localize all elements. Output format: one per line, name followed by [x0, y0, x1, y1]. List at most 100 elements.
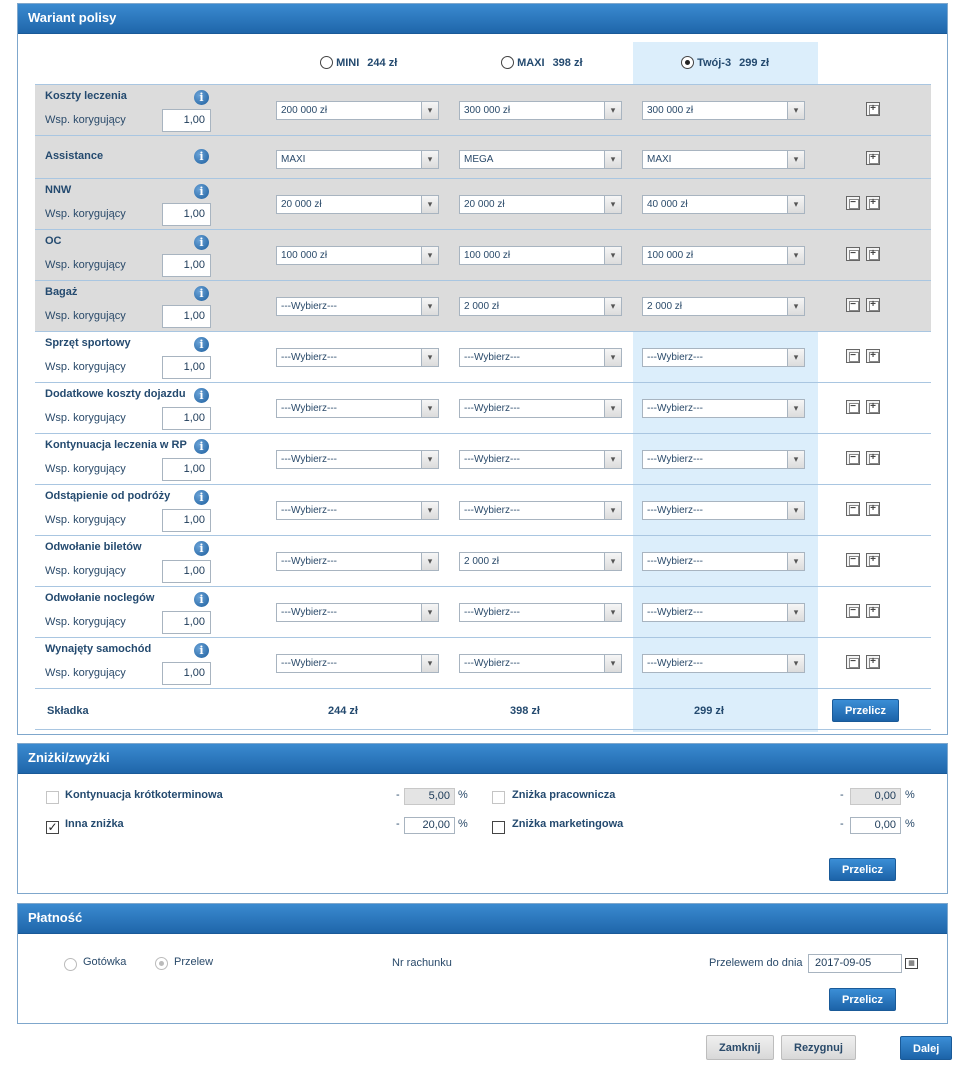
coverage-select-2[interactable]: ---Wybierz--- ▾: [459, 450, 622, 469]
wsp-input[interactable]: 1,00: [162, 407, 211, 430]
variant-option-mini[interactable]: MINI 244 zł: [320, 42, 397, 84]
remove-icon[interactable]: −: [846, 349, 860, 363]
remove-icon[interactable]: −: [846, 604, 860, 618]
info-icon[interactable]: i: [194, 388, 209, 403]
chevron-down-icon[interactable]: ▾: [787, 502, 804, 519]
coverage-select-3[interactable]: 300 000 zł ▾: [642, 101, 805, 120]
chevron-down-icon[interactable]: ▾: [787, 451, 804, 468]
discount-value-input[interactable]: 0,00: [850, 817, 901, 834]
discounts-recalc-button[interactable]: Przelicz: [829, 858, 896, 881]
coverage-select-2[interactable]: ---Wybierz--- ▾: [459, 603, 622, 622]
chevron-down-icon[interactable]: ▾: [604, 102, 621, 119]
add-icon[interactable]: +: [866, 451, 880, 465]
discount-value-input[interactable]: 20,00: [404, 817, 455, 834]
coverage-select-3[interactable]: MAXI ▾: [642, 150, 805, 169]
payment-radio-cash[interactable]: [64, 958, 77, 971]
add-icon[interactable]: +: [866, 604, 880, 618]
add-icon[interactable]: +: [866, 102, 880, 116]
variant-radio-mini[interactable]: [320, 55, 333, 69]
coverage-select-2[interactable]: MEGA ▾: [459, 150, 622, 169]
info-icon[interactable]: i: [194, 90, 209, 105]
chevron-down-icon[interactable]: ▾: [604, 151, 621, 168]
add-icon[interactable]: +: [866, 247, 880, 261]
coverage-select-1[interactable]: ---Wybierz--- ▾: [276, 603, 439, 622]
chevron-down-icon[interactable]: ▾: [604, 655, 621, 672]
chevron-down-icon[interactable]: ▾: [787, 655, 804, 672]
remove-icon[interactable]: −: [846, 196, 860, 210]
chevron-down-icon[interactable]: ▾: [421, 655, 438, 672]
add-icon[interactable]: +: [866, 298, 880, 312]
variant-option-twoj3[interactable]: Twój-3 299 zł: [681, 42, 769, 84]
coverage-select-3[interactable]: 100 000 zł ▾: [642, 246, 805, 265]
add-icon[interactable]: +: [866, 196, 880, 210]
coverage-select-1[interactable]: ---Wybierz--- ▾: [276, 552, 439, 571]
coverage-select-1[interactable]: MAXI ▾: [276, 150, 439, 169]
coverage-select-2[interactable]: 100 000 zł ▾: [459, 246, 622, 265]
wsp-input[interactable]: 1,00: [162, 109, 211, 132]
resign-button[interactable]: Rezygnuj: [781, 1035, 856, 1060]
add-icon[interactable]: +: [866, 655, 880, 669]
coverage-select-3[interactable]: ---Wybierz--- ▾: [642, 603, 805, 622]
info-icon[interactable]: i: [194, 592, 209, 607]
info-icon[interactable]: i: [194, 149, 209, 164]
chevron-down-icon[interactable]: ▾: [604, 196, 621, 213]
payment-radio-transfer[interactable]: [155, 957, 168, 970]
wsp-input[interactable]: 1,00: [162, 560, 211, 583]
chevron-down-icon[interactable]: ▾: [421, 553, 438, 570]
wsp-input[interactable]: 1,00: [162, 458, 211, 481]
add-icon[interactable]: +: [866, 151, 880, 165]
coverage-select-2[interactable]: 2 000 zł ▾: [459, 552, 622, 571]
chevron-down-icon[interactable]: ▾: [787, 102, 804, 119]
checkbox-kontynuacja[interactable]: [46, 791, 59, 804]
variant-radio-twoj3[interactable]: [681, 55, 694, 69]
calendar-icon[interactable]: ▦: [905, 958, 918, 969]
chevron-down-icon[interactable]: ▾: [604, 247, 621, 264]
coverage-select-3[interactable]: ---Wybierz--- ▾: [642, 348, 805, 367]
coverage-select-1[interactable]: ---Wybierz--- ▾: [276, 501, 439, 520]
chevron-down-icon[interactable]: ▾: [787, 400, 804, 417]
checkbox-znizka-marketingowa[interactable]: [492, 821, 505, 834]
chevron-down-icon[interactable]: ▾: [604, 604, 621, 621]
coverage-select-3[interactable]: 2 000 zł ▾: [642, 297, 805, 316]
coverage-select-2[interactable]: ---Wybierz--- ▾: [459, 654, 622, 673]
coverage-select-2[interactable]: ---Wybierz--- ▾: [459, 348, 622, 367]
coverage-select-2[interactable]: ---Wybierz--- ▾: [459, 501, 622, 520]
remove-icon[interactable]: −: [846, 247, 860, 261]
add-icon[interactable]: +: [866, 553, 880, 567]
remove-icon[interactable]: −: [846, 298, 860, 312]
payment-recalc-button[interactable]: Przelicz: [829, 988, 896, 1011]
remove-icon[interactable]: −: [846, 553, 860, 567]
chevron-down-icon[interactable]: ▾: [604, 451, 621, 468]
chevron-down-icon[interactable]: ▾: [604, 400, 621, 417]
wsp-input[interactable]: 1,00: [162, 305, 211, 328]
due-date-input[interactable]: 2017-09-05: [808, 954, 902, 973]
wsp-input[interactable]: 1,00: [162, 203, 211, 226]
coverage-select-3[interactable]: ---Wybierz--- ▾: [642, 501, 805, 520]
info-icon[interactable]: i: [194, 184, 209, 199]
add-icon[interactable]: +: [866, 349, 880, 363]
info-icon[interactable]: i: [194, 439, 209, 454]
coverage-select-3[interactable]: ---Wybierz--- ▾: [642, 654, 805, 673]
chevron-down-icon[interactable]: ▾: [421, 102, 438, 119]
coverage-select-2[interactable]: ---Wybierz--- ▾: [459, 399, 622, 418]
add-icon[interactable]: +: [866, 502, 880, 516]
variant-radio-maxi[interactable]: [501, 55, 514, 69]
chevron-down-icon[interactable]: ▾: [421, 151, 438, 168]
close-button[interactable]: Zamknij: [706, 1035, 774, 1060]
chevron-down-icon[interactable]: ▾: [421, 196, 438, 213]
info-icon[interactable]: i: [194, 286, 209, 301]
info-icon[interactable]: i: [194, 643, 209, 658]
coverage-select-3[interactable]: 40 000 zł ▾: [642, 195, 805, 214]
info-icon[interactable]: i: [194, 490, 209, 505]
coverage-select-1[interactable]: ---Wybierz--- ▾: [276, 297, 439, 316]
wsp-input[interactable]: 1,00: [162, 356, 211, 379]
checkbox-znizka-pracownicza[interactable]: [492, 791, 505, 804]
wsp-input[interactable]: 1,00: [162, 254, 211, 277]
coverage-select-3[interactable]: ---Wybierz--- ▾: [642, 450, 805, 469]
chevron-down-icon[interactable]: ▾: [421, 247, 438, 264]
chevron-down-icon[interactable]: ▾: [787, 247, 804, 264]
wsp-input[interactable]: 1,00: [162, 662, 211, 685]
chevron-down-icon[interactable]: ▾: [787, 604, 804, 621]
variant-option-maxi[interactable]: MAXI 398 zł: [501, 42, 583, 84]
coverage-select-2[interactable]: 300 000 zł ▾: [459, 101, 622, 120]
